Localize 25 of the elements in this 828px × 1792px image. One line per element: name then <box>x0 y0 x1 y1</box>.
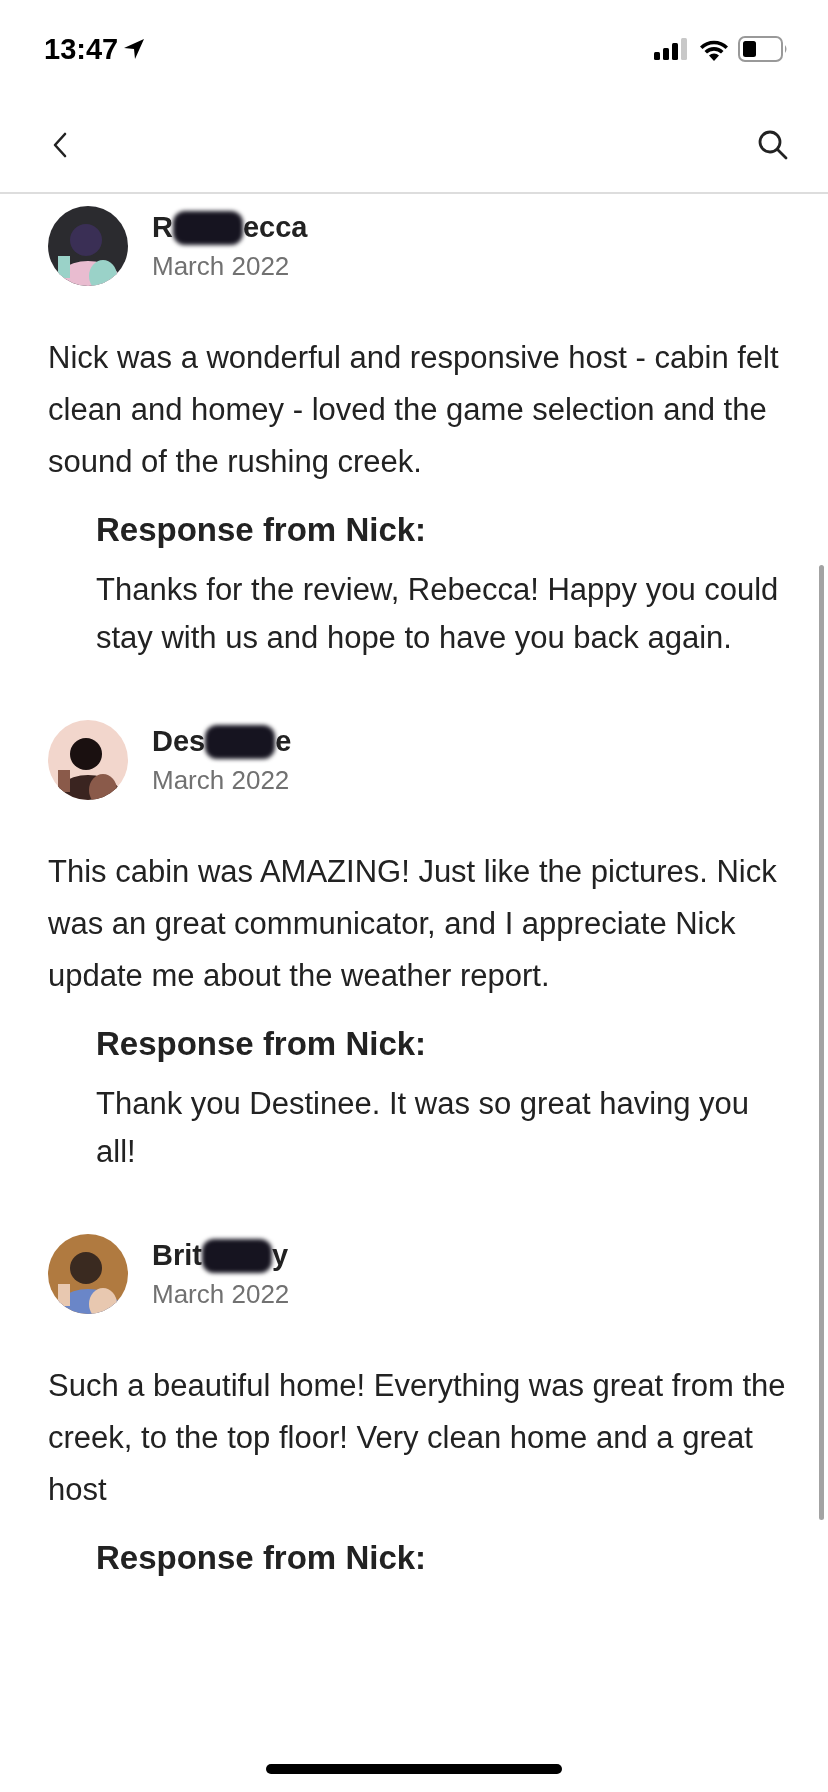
review-text: Nick was a wonderful and responsive host - cabin felt clean and homey - loved the game selection and the sound of the rushing creek. <box>48 339 780 481</box>
signal-icon <box>654 38 690 60</box>
response-text: Thanks for the review, Rebecca! Happy you could stay with us and hope to have you back again. <box>96 571 780 657</box>
status-time: 13:47 <box>44 32 119 66</box>
review-text: This cabin was AMAZING! Just like the pictures. Nick was an great communicator, and I appreciate Nick update me about the weather report. <box>48 853 778 995</box>
search-icon <box>756 128 790 162</box>
redaction-mark <box>201 1238 272 1273</box>
review-date: March 2022 <box>152 250 291 282</box>
battery-icon <box>738 36 788 62</box>
review-date: March 2022 <box>152 764 291 796</box>
review-date: March 2022 <box>152 1278 290 1310</box>
reviewer-name: Brit <box>152 1239 202 1272</box>
reviewer-name: R <box>152 211 173 244</box>
redaction-mark <box>205 724 276 759</box>
reviewer-name: y <box>271 1239 289 1272</box>
reviewer-name: Des <box>152 725 206 758</box>
response-text: Thank you Destinee. It was so great having you all! <box>96 1085 751 1171</box>
response-heading: Response from Nick: <box>96 1538 428 1578</box>
redaction-mark <box>172 210 243 245</box>
response-heading: Response from Nick: <box>96 1024 428 1064</box>
reviewer-name: e <box>275 725 292 758</box>
response-heading: Response from Nick: <box>96 510 428 550</box>
location-arrow-icon <box>122 37 147 61</box>
review-text: Such a beautiful home! Everything was great from the creek, to the top floor! Very clean home and a great host <box>48 1367 787 1509</box>
reviewer-name: ecca <box>242 211 308 244</box>
